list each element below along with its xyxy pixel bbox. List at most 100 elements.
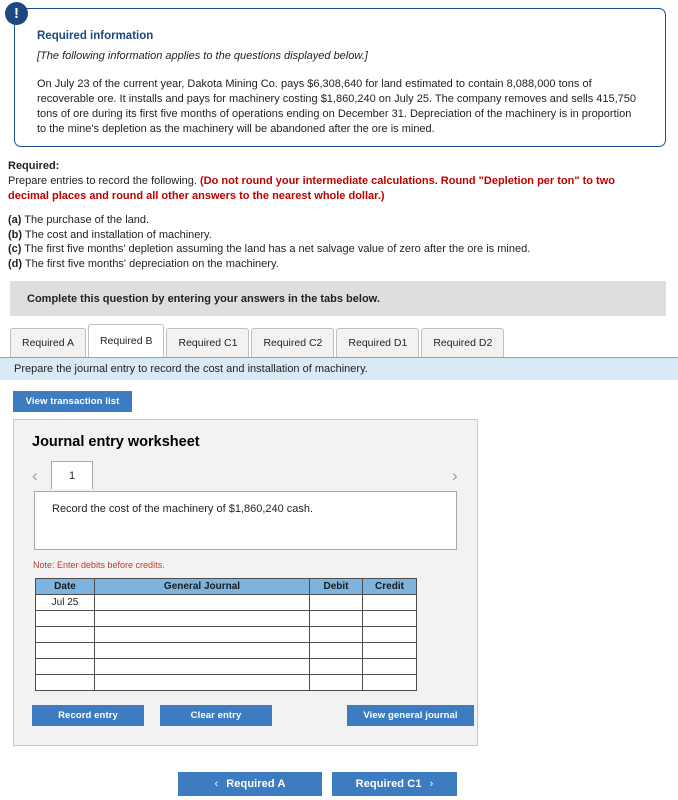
tab-required-d1[interactable]: Required D1	[336, 328, 420, 357]
exclamation-icon: !	[5, 2, 28, 25]
required-items-list: (a) The purchase of the land. (b) The co…	[8, 213, 654, 271]
chevron-left-icon: ‹	[214, 778, 219, 790]
nav-previous-required-a-button[interactable]: ‹ Required A	[178, 772, 322, 796]
column-header-debit: Debit	[309, 578, 363, 595]
tab-required-b[interactable]: Required B	[87, 324, 165, 357]
table-row	[35, 626, 417, 643]
account-select-4[interactable]	[95, 643, 309, 658]
debit-input-5[interactable]	[310, 659, 362, 674]
column-header-date: Date	[35, 578, 95, 595]
cell-credit-1[interactable]	[362, 594, 417, 611]
cell-credit-2[interactable]	[362, 610, 417, 627]
required-item-a-marker: (a)	[8, 214, 22, 226]
cell-general-journal-3[interactable]	[94, 626, 310, 643]
cell-general-journal-6[interactable]	[94, 674, 310, 691]
complete-question-text: Complete this question by entering your …	[27, 292, 380, 305]
required-item-d: (d) The first five months' depreciation …	[8, 257, 654, 272]
account-select-3[interactable]	[95, 627, 309, 642]
required-instructions: Prepare entries to record the following.…	[8, 174, 654, 204]
credit-input-5[interactable]	[363, 659, 416, 674]
cell-date-1[interactable]: Jul 25	[35, 594, 95, 611]
credit-input-2[interactable]	[363, 611, 416, 626]
cell-debit-5[interactable]	[309, 658, 363, 675]
table-row	[35, 642, 417, 659]
debit-input-1[interactable]	[310, 595, 362, 610]
cell-debit-2[interactable]	[309, 610, 363, 627]
cell-date-3[interactable]	[35, 626, 95, 643]
debits-before-credits-note: Note: Enter debits before credits.	[33, 560, 165, 570]
account-select-2[interactable]	[95, 611, 309, 626]
cell-date-2[interactable]	[35, 610, 95, 627]
account-select-1[interactable]	[95, 595, 309, 610]
table-row	[35, 610, 417, 627]
cell-credit-6[interactable]	[362, 674, 417, 691]
required-item-a-text: The purchase of the land.	[21, 214, 150, 226]
cell-credit-4[interactable]	[362, 642, 417, 659]
callout-subtitle: [The following information applies to th…	[37, 50, 368, 62]
debit-input-3[interactable]	[310, 627, 362, 642]
required-item-b: (b) The cost and installation of machine…	[8, 228, 654, 243]
clear-entry-button[interactable]: Clear entry	[160, 705, 272, 726]
required-item-d-text: The first five months' depreciation on t…	[22, 257, 279, 270]
tab-required-a[interactable]: Required A	[10, 328, 86, 357]
tab-required-c1[interactable]: Required C1	[166, 328, 250, 357]
tab-required-c2[interactable]: Required C2	[251, 328, 335, 357]
table-row	[35, 658, 417, 675]
account-select-5[interactable]	[95, 659, 309, 674]
tab-required-d2[interactable]: Required D2	[421, 328, 505, 357]
table-row	[35, 674, 417, 691]
cell-debit-4[interactable]	[309, 642, 363, 659]
callout-title: Required information	[37, 30, 154, 42]
required-information-callout: ! Required information [The following in…	[0, 0, 678, 152]
requirement-tabs: Required A Required B Required C1 Requir…	[10, 324, 506, 357]
table-row: Jul 25	[35, 594, 417, 611]
cell-general-journal-1[interactable]	[94, 594, 310, 611]
nav-previous-label: Required A	[226, 778, 286, 790]
debit-input-6[interactable]	[310, 675, 362, 690]
chevron-right-icon[interactable]: ›	[452, 467, 458, 484]
required-item-c-text: The first five months' depletion assumin…	[21, 243, 531, 255]
required-item-b-text: The cost and installation of machinery.	[22, 228, 212, 241]
required-item-d-marker: (d)	[8, 257, 23, 270]
journal-entry-worksheet-panel: Journal entry worksheet ‹ 1 › Record the…	[13, 419, 478, 746]
complete-question-bar: Complete this question by entering your …	[10, 281, 666, 316]
cell-credit-3[interactable]	[362, 626, 417, 643]
worksheet-description-text: Record the cost of the machinery of $1,8…	[52, 503, 314, 515]
credit-input-1[interactable]	[363, 595, 416, 610]
cell-date-4[interactable]	[35, 642, 95, 659]
cell-debit-6[interactable]	[309, 674, 363, 691]
cell-general-journal-2[interactable]	[94, 610, 310, 627]
worksheet-title: Journal entry worksheet	[32, 434, 200, 450]
cell-date-6[interactable]	[35, 674, 95, 691]
nav-next-label: Required C1	[355, 778, 422, 790]
required-item-a: (a) The purchase of the land.	[8, 213, 654, 228]
cell-debit-3[interactable]	[309, 626, 363, 643]
credit-input-4[interactable]	[363, 643, 416, 658]
required-lead: Prepare entries to record the following.	[8, 175, 200, 187]
chevron-left-icon[interactable]: ‹	[32, 467, 38, 484]
required-item-b-marker: (b)	[8, 228, 23, 241]
cell-date-5[interactable]	[35, 658, 95, 675]
tab-instruction-text: Prepare the journal entry to record the …	[14, 363, 368, 375]
required-item-c: (c) The first five months' depletion ass…	[8, 242, 654, 257]
worksheet-page-tab-1[interactable]: 1	[51, 461, 93, 489]
journal-table-header-row: Date General Journal Debit Credit	[35, 578, 417, 595]
column-header-general-journal: General Journal	[94, 578, 310, 595]
cell-general-journal-5[interactable]	[94, 658, 310, 675]
view-general-journal-button[interactable]: View general journal	[347, 705, 474, 726]
chevron-right-icon: ›	[429, 778, 434, 790]
cell-debit-1[interactable]	[309, 594, 363, 611]
record-entry-button[interactable]: Record entry	[32, 705, 144, 726]
cell-credit-5[interactable]	[362, 658, 417, 675]
debit-input-2[interactable]	[310, 611, 362, 626]
column-header-credit: Credit	[362, 578, 417, 595]
credit-input-6[interactable]	[363, 675, 416, 690]
cell-general-journal-4[interactable]	[94, 642, 310, 659]
journal-entry-table: Date General Journal Debit Credit Jul 25	[35, 578, 417, 691]
required-label: Required:	[8, 160, 60, 172]
view-transaction-list-button[interactable]: View transaction list	[13, 391, 132, 412]
account-select-6[interactable]	[95, 675, 309, 690]
debit-input-4[interactable]	[310, 643, 362, 658]
credit-input-3[interactable]	[363, 627, 416, 642]
nav-next-required-c1-button[interactable]: Required C1 ›	[332, 772, 457, 796]
